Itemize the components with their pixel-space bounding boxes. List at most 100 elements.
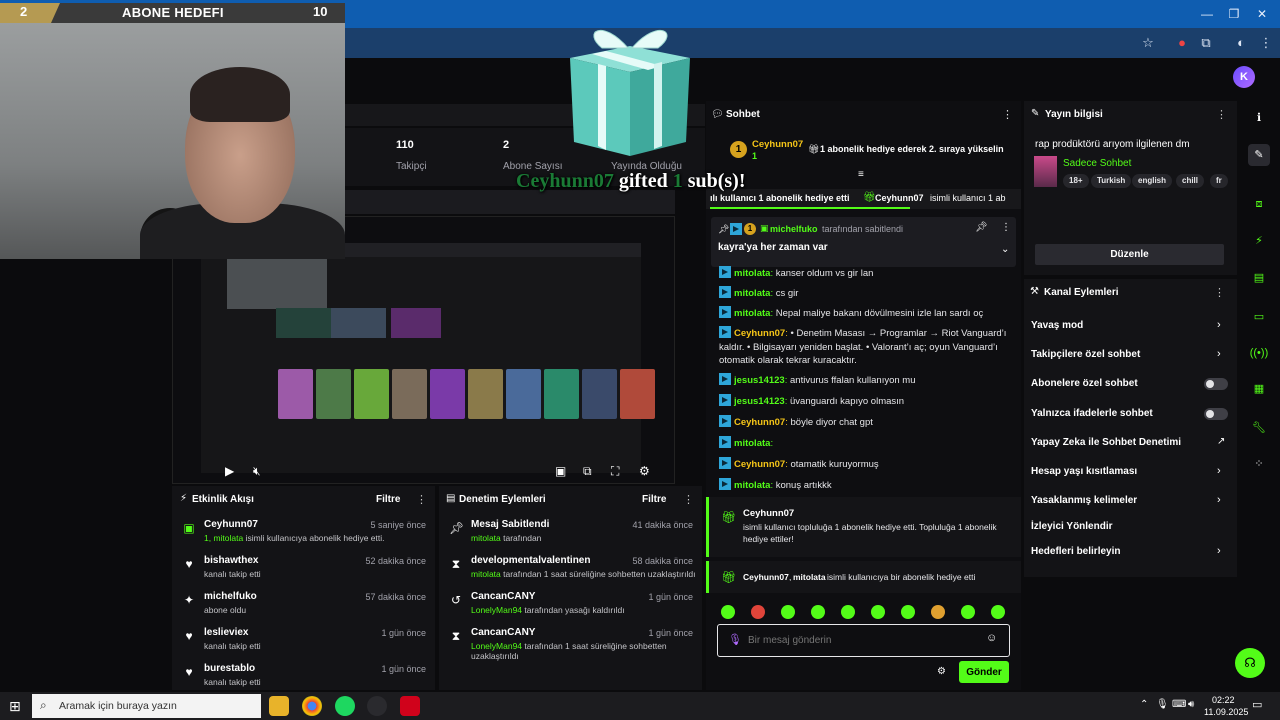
chat-username[interactable]: mitolata bbox=[734, 480, 770, 491]
profile-icon[interactable]: ◐ bbox=[1233, 35, 1249, 51]
activity-item[interactable]: ♥ burestablo 1 gün önce kanalı takip ett… bbox=[172, 662, 435, 696]
emote-icon[interactable] bbox=[781, 605, 795, 619]
activity-item[interactable]: ♥ bishawthex 52 dakika önce kanalı takip… bbox=[172, 554, 435, 588]
restore-icon[interactable]: ❐ bbox=[1226, 6, 1242, 22]
spotify-icon[interactable] bbox=[335, 696, 355, 716]
channel-action-item[interactable]: Yavaş mod bbox=[1031, 320, 1083, 331]
microphone-icon[interactable]: 🎙︎ bbox=[728, 633, 742, 646]
app-icon[interactable] bbox=[400, 696, 420, 716]
channel-action-item[interactable]: Yapay Zeka ile Sohbet Denetimi bbox=[1031, 437, 1181, 448]
pinned-menu-icon[interactable]: ⋮ bbox=[1001, 222, 1011, 233]
chat-username[interactable]: mitolata bbox=[734, 308, 770, 319]
chevron-down-icon[interactable]: ⌄ bbox=[1001, 244, 1009, 255]
chat-username[interactable]: Ceyhunn07 bbox=[734, 459, 785, 470]
emote-icon[interactable] bbox=[961, 605, 975, 619]
collapse-icon[interactable]: ≡ bbox=[858, 169, 864, 180]
mod-action-item[interactable]: ⧗ CancanCANY 1 gün önce LonelyMan94 tara… bbox=[439, 626, 702, 661]
taskbar-date[interactable]: 11.09.2025 bbox=[1204, 707, 1248, 717]
bookmark-star-icon[interactable]: ☆ bbox=[1140, 35, 1156, 51]
emote-icon[interactable] bbox=[901, 605, 915, 619]
windows-start-icon[interactable]: ⊞ bbox=[9, 698, 21, 715]
mod-menu-icon[interactable]: ⋮ bbox=[683, 493, 694, 506]
channel-actions-menu-icon[interactable]: ⋮ bbox=[1214, 286, 1225, 299]
item-name[interactable]: Ceyhunn07 bbox=[204, 519, 258, 530]
toggle-switch[interactable] bbox=[1204, 408, 1228, 420]
item-name[interactable]: bishawthex bbox=[204, 555, 258, 566]
emote-icon[interactable] bbox=[811, 605, 825, 619]
emote-icon[interactable] bbox=[751, 605, 765, 619]
pencil-icon[interactable]: ✎ bbox=[1248, 144, 1270, 166]
stream-info-menu-icon[interactable]: ⋮ bbox=[1216, 108, 1227, 121]
activity-filter-button[interactable]: Filtre bbox=[376, 494, 400, 505]
chat-username[interactable]: mitolata bbox=[734, 268, 770, 279]
taskbar-time[interactable]: 02:22 bbox=[1212, 695, 1235, 705]
channel-action-item[interactable]: Hedefleri belirleyin bbox=[1031, 546, 1120, 557]
file-explorer-icon[interactable] bbox=[269, 696, 289, 716]
mod-action-item[interactable]: ⧗ developmentalvalentinen 58 dakika önce… bbox=[439, 554, 702, 588]
extensions-icon[interactable]: ⧉ bbox=[1198, 35, 1214, 51]
microphone-icon[interactable]: 🎙︎ bbox=[1156, 699, 1169, 710]
theater-icon[interactable]: ▣ bbox=[555, 464, 566, 478]
item-name[interactable]: Mesaj Sabitlendi bbox=[471, 519, 549, 530]
chevron-right-icon[interactable]: › bbox=[1217, 545, 1221, 557]
broadcast-icon[interactable]: ((•)) bbox=[1248, 342, 1270, 364]
chat-username[interactable]: mitolata bbox=[734, 438, 770, 449]
support-icon[interactable]: ☊ bbox=[1235, 648, 1265, 678]
emote-icon[interactable] bbox=[841, 605, 855, 619]
tray-chevron-icon[interactable]: ⌃ bbox=[1140, 699, 1148, 710]
chevron-right-icon[interactable]: › bbox=[1217, 348, 1221, 360]
document-icon[interactable]: ▤ bbox=[1248, 267, 1270, 289]
category-name[interactable]: Sadece Sohbet bbox=[1063, 158, 1131, 169]
gift-event-user[interactable]: Ceyhunn07 bbox=[743, 508, 794, 519]
emote-icon[interactable] bbox=[721, 605, 735, 619]
chat-username[interactable]: jesus14123 bbox=[734, 375, 785, 386]
emote-icon[interactable] bbox=[931, 605, 945, 619]
mute-icon[interactable]: 🔇︎ bbox=[253, 464, 261, 479]
chat-username[interactable]: Ceyhunn07 bbox=[734, 328, 785, 339]
lightning-icon[interactable]: ⚡ bbox=[1248, 230, 1270, 252]
layout-icon[interactable]: ▦ bbox=[1248, 378, 1270, 400]
emoji-icon[interactable]: ☺ bbox=[986, 632, 997, 644]
settings-gear-icon[interactable]: ⚙ bbox=[639, 464, 650, 478]
chrome-icon[interactable] bbox=[302, 696, 322, 716]
play-icon[interactable]: ▶ bbox=[225, 464, 234, 478]
item-name[interactable]: developmentalvalentinen bbox=[471, 555, 590, 566]
activity-menu-icon[interactable]: ⋮ bbox=[416, 493, 427, 506]
item-name[interactable]: leslieviex bbox=[204, 627, 248, 638]
gift-event2-user1[interactable]: Ceyhunn07 bbox=[743, 572, 789, 582]
channel-action-item[interactable]: Hesap yaşı kısıtlaması bbox=[1031, 466, 1137, 477]
top-gifter-name[interactable]: Ceyhunn07 bbox=[752, 139, 803, 150]
channel-action-item[interactable]: İzleyici Yönlendir bbox=[1031, 521, 1113, 532]
mod-action-item[interactable]: 📌︎ Mesaj Sabitlendi 41 dakika önce mitol… bbox=[439, 518, 702, 552]
clip-icon[interactable]: ⧈ bbox=[1248, 193, 1270, 215]
minimize-icon[interactable]: — bbox=[1199, 6, 1215, 22]
chat-username[interactable]: Ceyhunn07 bbox=[734, 417, 785, 428]
unpin-icon[interactable]: 📌︎ bbox=[975, 222, 988, 233]
chat-message-input[interactable] bbox=[748, 631, 978, 649]
chevron-right-icon[interactable]: › bbox=[1217, 465, 1221, 477]
channel-action-item[interactable]: Abonelere özel sohbet bbox=[1031, 378, 1138, 389]
emote-icon[interactable] bbox=[991, 605, 1005, 619]
channel-action-item[interactable]: Yalnızca ifadelerle sohbet bbox=[1031, 408, 1153, 419]
close-icon[interactable]: ✕ bbox=[1254, 6, 1270, 22]
pinned-by-user[interactable]: michelfuko bbox=[770, 224, 818, 234]
chat-settings-icon[interactable]: ⚙ bbox=[937, 666, 946, 677]
obs-icon[interactable] bbox=[367, 696, 387, 716]
item-name[interactable]: michelfuko bbox=[204, 591, 257, 602]
apps-icon[interactable]: ⁘ bbox=[1248, 453, 1270, 475]
pip-icon[interactable]: ⧉ bbox=[583, 464, 592, 479]
taskbar-search[interactable]: ⌕ Aramak için buraya yazın bbox=[32, 694, 261, 718]
item-name[interactable]: burestablo bbox=[204, 663, 255, 674]
emote-icon[interactable] bbox=[871, 605, 885, 619]
external-link-icon[interactable]: ↗ bbox=[1217, 436, 1225, 447]
send-button[interactable]: Gönder bbox=[959, 661, 1009, 683]
channel-action-item[interactable]: Takipçilere özel sohbet bbox=[1031, 349, 1140, 360]
gift-event2-user2[interactable]: mitolata bbox=[793, 572, 826, 582]
notification-icon[interactable]: ▭ bbox=[1252, 698, 1262, 711]
toggle-switch[interactable] bbox=[1204, 378, 1228, 390]
chat-bubble-icon[interactable]: ▭ bbox=[1248, 306, 1270, 328]
activity-item[interactable]: ✦ michelfuko 57 dakika önce abone oldu bbox=[172, 590, 435, 624]
channel-action-item[interactable]: Yasaklanmış kelimeler bbox=[1031, 495, 1137, 506]
extension-badge-icon[interactable]: ● bbox=[1174, 35, 1190, 51]
chevron-right-icon[interactable]: › bbox=[1217, 494, 1221, 506]
